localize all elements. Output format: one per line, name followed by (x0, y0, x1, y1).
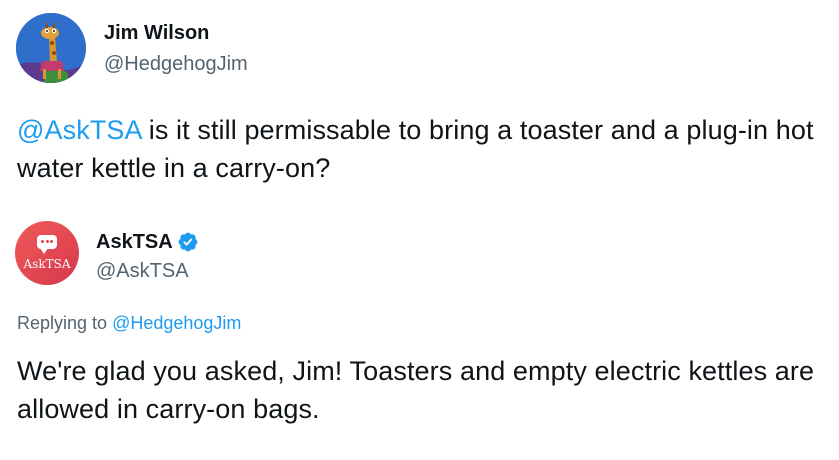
replying-to-label: Replying to (17, 313, 113, 333)
jim-wilson-avatar[interactable] (16, 13, 86, 83)
tweet-1-author: Jim Wilson @HedgehogJim (104, 21, 248, 76)
tweet-1-text: @AskTSA is it still permissable to bring… (17, 111, 827, 187)
verified-badge-icon (178, 232, 198, 252)
mention-link-asktsa[interactable]: @AskTSA (17, 115, 141, 145)
tweet-1-author-name[interactable]: Jim Wilson (104, 21, 209, 45)
tweet-2-author-name[interactable]: AskTSA (96, 230, 173, 254)
tweet-2-header: AskTSA AskTSA @AskTSA (15, 221, 199, 285)
asktsa-logo-text: AskTSA (23, 257, 71, 271)
tweet-2-author-handle[interactable]: @AskTSA (96, 259, 199, 283)
tweet-1-author-handle[interactable]: @HedgehogJim (104, 52, 248, 76)
chat-bubble-icon (37, 235, 57, 254)
replying-to-line: Replying to @HedgehogJim (17, 313, 241, 334)
mention-link-hedgehogjim[interactable]: @HedgehogJim (112, 313, 241, 333)
asktsa-avatar[interactable]: AskTSA (15, 221, 79, 285)
tweet-1-header: Jim Wilson @HedgehogJim (16, 13, 248, 83)
tweet-2-author: AskTSA @AskTSA (96, 230, 199, 283)
giraffe-avatar-icon (16, 13, 86, 83)
tweet-2-text: We're glad you asked, Jim! Toasters and … (17, 356, 815, 424)
